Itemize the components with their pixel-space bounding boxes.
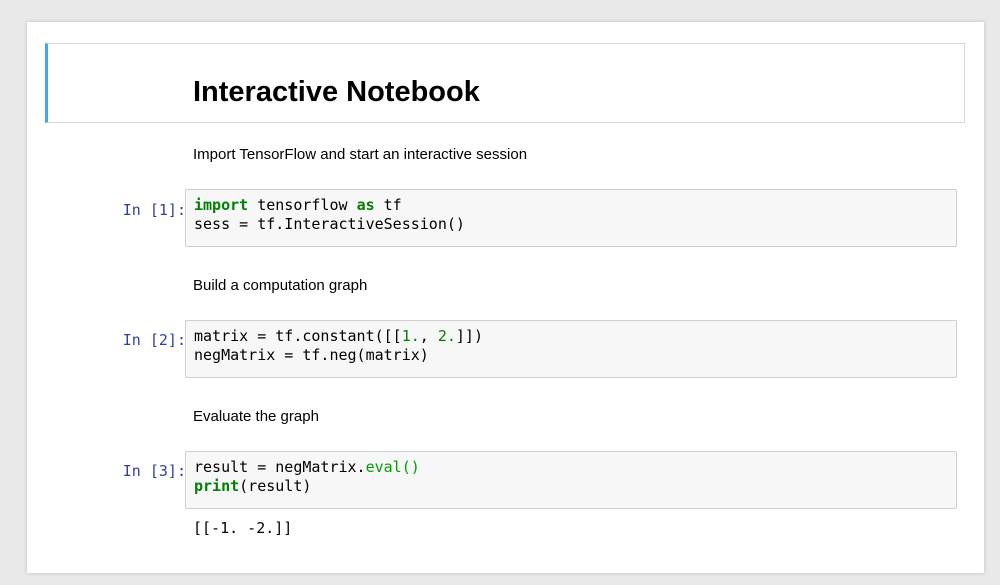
code-keyword: print (194, 477, 240, 495)
markdown-cell-3[interactable]: Evaluate the graph (193, 408, 319, 425)
code-cell-2[interactable]: matrix = tf.constant([[1., 2.]]) negMatri… (185, 320, 957, 378)
code-token: ]]) (455, 327, 483, 345)
code-token: tf (374, 196, 402, 214)
code-token: tensorflow (248, 196, 357, 214)
code-line: negMatrix = tf.neg(matrix) (194, 346, 948, 365)
code-token: 2. (437, 327, 456, 345)
code-token: sess = tf.InteractiveSession() (194, 215, 465, 233)
markdown-cell-1[interactable]: Import TensorFlow and start an interacti… (193, 146, 527, 163)
code-token: result = negMatrix. (194, 458, 366, 476)
notebook-page: Interactive Notebook Import TensorFlow a… (27, 22, 984, 573)
code-token: negMatrix = tf.neg(matrix) (194, 346, 429, 364)
code-token: , (419, 327, 438, 345)
notebook-title: Interactive Notebook (193, 76, 480, 108)
code-token: (result) (239, 477, 312, 495)
code-line: result = negMatrix.eval() (194, 458, 948, 477)
code-token: matrix = tf.constant([[ (194, 327, 402, 345)
code-line: print(result) (194, 477, 948, 496)
code-line: matrix = tf.constant([[1., 2.]]) (194, 327, 948, 346)
code-keyword: as (356, 196, 375, 214)
input-prompt-3: In [3]: (122, 462, 186, 480)
title-markdown-cell[interactable]: Interactive Notebook (45, 43, 965, 123)
input-prompt-1: In [1]: (122, 201, 186, 219)
code-line: sess = tf.InteractiveSession() (194, 215, 948, 234)
code-keyword: import (194, 196, 249, 214)
input-prompt-2: In [2]: (122, 331, 186, 349)
code-cell-3[interactable]: result = negMatrix.eval() print(result) (185, 451, 957, 509)
code-cell-1[interactable]: import tensorflow as tf sess = tf.Interac… (185, 189, 957, 247)
code-token: eval() (365, 458, 420, 476)
output-cell-3: [[-1. -2.]] (193, 519, 293, 537)
code-token: 1. (401, 327, 420, 345)
code-line: import tensorflow as tf (194, 196, 948, 215)
markdown-cell-2[interactable]: Build a computation graph (193, 277, 367, 294)
